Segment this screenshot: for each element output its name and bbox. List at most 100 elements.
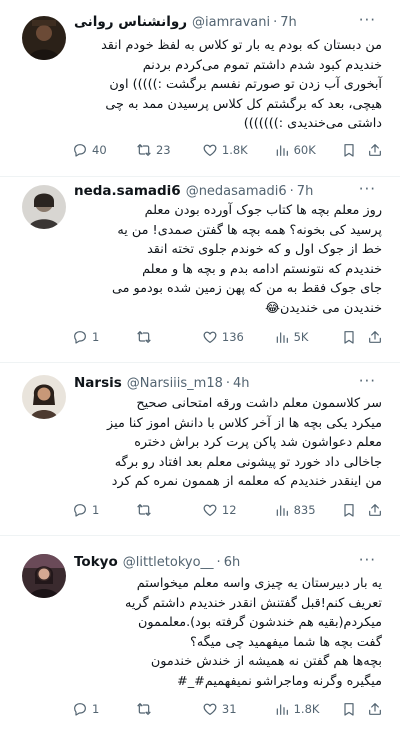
tweet-text: من دبستان که بودم یه بار تو کلاس به لفظ … [101,38,382,131]
reply-icon [74,144,86,157]
bookmark-button[interactable] [341,329,366,345]
views-chart-icon [276,332,288,343]
tweet[interactable]: Narsis @Narsiiis_m18 · 4h ··· سر کلاسمون… [0,363,400,535]
share-button[interactable] [367,502,386,518]
author-handle[interactable]: @Narsiiis_m18 [127,376,223,391]
bookmark-icon [344,144,355,157]
tweet-actions: 40 23 1.8K 60K [72,140,386,160]
avatar-image [22,375,66,419]
bookmark-button[interactable] [341,142,366,158]
author-name[interactable]: neda.samadi6 [74,183,181,199]
more-options-icon[interactable]: ··· [359,11,376,29]
views-count: 60K [293,143,316,157]
retweet-icon [137,331,151,343]
reply-icon [74,504,86,517]
retweet-button[interactable] [136,701,202,717]
like-count: 136 [221,330,244,344]
retweet-icon [137,703,151,715]
reply-button[interactable]: 1 [72,502,136,518]
views-chart-icon [276,704,288,715]
more-options-icon[interactable]: ··· [359,372,376,390]
avatar[interactable] [22,554,66,598]
share-icon [368,331,381,343]
tweet-actions: 1 31 1.8K [72,699,386,719]
timestamp[interactable]: 4h [233,376,250,391]
tweet-actions: 1 136 5K [72,327,386,347]
author-handle[interactable]: @iamravani [192,15,270,30]
separator-dot: · [225,375,231,391]
separator-dot: · [216,554,221,570]
reply-button[interactable]: 40 [72,142,136,158]
author-handle[interactable]: @nedasamadi6 [186,184,287,199]
views-chart-icon [276,145,288,156]
author-name[interactable]: Narsis [74,375,122,391]
bookmark-icon [344,331,355,344]
avatar[interactable] [22,185,66,229]
tweet-actions: 1 12 835 [72,500,386,520]
like-button[interactable]: 136 [202,329,274,345]
tweet-text: سر کلاسمون معلم داشت ورقه امتحانی صحیح م… [107,396,382,489]
timestamp[interactable]: 7h [297,184,314,199]
tweet[interactable]: Tokyo @littletokyo__ · 6h ··· یه بار دبی… [0,536,400,736]
tweet[interactable]: روانشناس روانی @iamravani · 7h ··· من دب… [0,0,400,176]
reply-button[interactable]: 1 [72,701,136,717]
share-button[interactable] [367,701,386,717]
bookmark-button[interactable] [341,502,366,518]
reply-count: 40 [92,143,107,157]
avatar-image [22,16,66,60]
like-button[interactable]: 12 [202,502,274,518]
share-icon [368,703,381,715]
retweet-button[interactable]: 23 [136,142,202,158]
reply-icon [74,703,86,716]
views-count: 1.8K [293,702,320,716]
reply-button[interactable]: 1 [72,329,136,345]
separator-dot: · [273,14,278,30]
views-button[interactable]: 5K [274,329,342,345]
timestamp[interactable]: 7h [280,15,297,30]
views-count: 5K [293,330,309,344]
like-count: 12 [221,503,237,517]
bookmark-icon [344,703,355,716]
like-count: 1.8K [221,143,248,157]
author-name[interactable]: روانشناس روانی [74,14,187,30]
timestamp[interactable]: 6h [224,555,241,570]
retweet-button[interactable] [136,329,202,345]
heart-icon [203,331,217,343]
separator-dot: · [289,183,294,199]
retweet-count: 23 [155,143,171,157]
views-button[interactable]: 1.8K [274,701,342,717]
author-handle[interactable]: @littletokyo__ [123,555,214,570]
views-count: 835 [293,503,316,517]
share-button[interactable] [367,142,386,158]
like-button[interactable]: 1.8K [202,142,274,158]
heart-icon [203,144,217,156]
share-button[interactable] [367,329,386,345]
heart-icon [203,703,217,715]
avatar[interactable] [22,375,66,419]
avatar[interactable] [22,16,66,60]
bookmark-icon [344,504,355,517]
reply-icon [74,331,86,344]
more-options-icon[interactable]: ··· [359,180,376,198]
more-options-icon[interactable]: ··· [359,551,376,569]
avatar-image [22,554,66,598]
views-button[interactable]: 60K [274,142,342,158]
tweet-text: یه بار دبیرستان یه چیزی واسه معلم میخواس… [125,576,382,689]
share-icon [368,144,381,156]
heart-icon [203,504,217,516]
retweet-icon [137,144,151,156]
reply-count: 1 [92,503,100,517]
retweet-button[interactable] [136,502,202,518]
tweet[interactable]: neda.samadi6 @nedasamadi6 · 7h ··· روز م… [0,177,400,362]
bookmark-button[interactable] [341,701,366,717]
like-button[interactable]: 31 [202,701,274,717]
author-name[interactable]: Tokyo [74,554,118,570]
views-button[interactable]: 835 [274,502,342,518]
tweet-text: روز معلم بچه ها کتاب جوک آورده بودن معلم… [111,203,382,316]
reply-count: 1 [92,330,100,344]
like-count: 31 [221,702,237,716]
reply-count: 1 [92,702,100,716]
views-chart-icon [276,505,288,516]
avatar-image [22,185,66,229]
share-icon [368,504,381,516]
